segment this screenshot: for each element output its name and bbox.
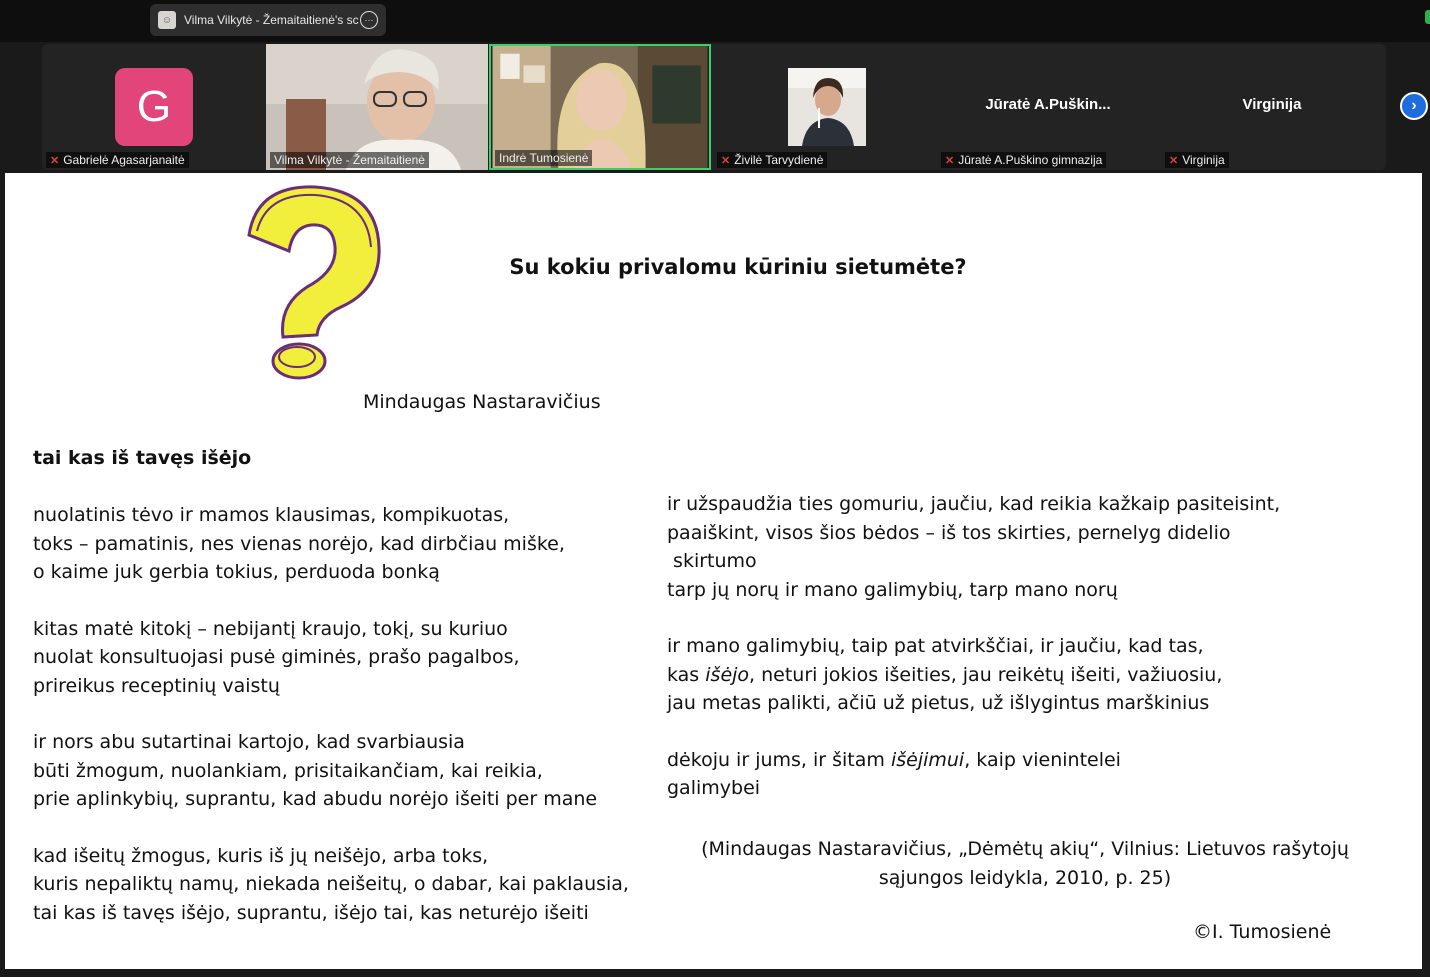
poem-line: kas išėjo, neturi jokios išeities, jau r… xyxy=(667,661,1317,690)
status-indicator xyxy=(1425,10,1430,24)
shared-slide: Su kokiu privalomu kūriniu sietumėte? Mi… xyxy=(5,173,1422,969)
chevron-right-icon: › xyxy=(1411,97,1417,114)
participant-display-name: Jūratė A.Puškin... xyxy=(985,96,1111,113)
copyright-notice: ©I. Tumosienė xyxy=(1193,921,1332,943)
poem-line: dėkoju ir jums, ir šitam išėjimui, kaip … xyxy=(667,746,1317,775)
poem-line: prie aplinkybių, suprantu, kad abudu nor… xyxy=(33,788,598,810)
poem-title: tai kas iš tavęs išėjo xyxy=(33,447,252,469)
poem-right-column: ir užspaudžia ties gomuriu, jaučiu, kad … xyxy=(667,490,1317,831)
next-page-button[interactable]: › xyxy=(1400,92,1428,120)
participant-strip: G ✕ Gabrielė Agasarjanaitė Vilma Vilkytė … xyxy=(42,44,1386,170)
poem-line: ir užspaudžia ties gomuriu, jaučiu, kad … xyxy=(667,493,1281,515)
participant-tile-active-speaker[interactable]: Indrė Tumosienė xyxy=(489,44,711,170)
avatar: G xyxy=(115,68,193,146)
poem-line: prireikus receptinių vaistų xyxy=(33,674,280,697)
presenter-avatar-icon: ☺ xyxy=(158,11,176,29)
screen-share-label: Vilma Vilkytė - Žemaitaitienė's sc xyxy=(184,13,359,27)
participant-video xyxy=(788,68,866,146)
poem-line: tarp jų norų ir mano galimybių, tarp man… xyxy=(667,578,1118,601)
more-options-icon[interactable]: ··· xyxy=(360,11,378,29)
question-mark-icon xyxy=(247,185,381,380)
poem-line: kitas matė kitokį – nebijantį kraujo, to… xyxy=(33,617,508,640)
participant-tile[interactable]: ✕ Živilė Tarvydienė xyxy=(713,44,935,170)
slide-title: Su kokiu privalomu kūriniu sietumėte? xyxy=(509,255,967,279)
poem-line: o kaime juk gerbia tokius, perduoda bonk… xyxy=(33,561,440,583)
participant-name-text: Jūratė A.Puškino gimnazija xyxy=(958,153,1103,167)
participant-name: Indrė Tumosienė xyxy=(495,150,593,166)
poem-line: skirtumo xyxy=(667,550,757,572)
stanza: nuolatinis tėvo ir mamos klausimas, komp… xyxy=(33,501,653,587)
participant-name-text: Živilė Tarvydienė xyxy=(734,153,824,167)
poem-line: paaiškint, visos šios bėdos – iš tos ski… xyxy=(667,521,1231,544)
stanza: ir nors abu sutartinai kartojo, kad svar… xyxy=(33,728,653,814)
participant-name: ✕ Virginija xyxy=(1165,152,1229,168)
screen-share-indicator[interactable]: ☺ Vilma Vilkytė - Žemaitaitienė's sc ··· xyxy=(150,4,386,36)
mic-muted-icon: ✕ xyxy=(945,155,955,167)
poem-left-column: nuolatinis tėvo ir mamos klausimas, komp… xyxy=(33,501,653,955)
stanza: ir mano galimybių, taip pat atvirkščiai,… xyxy=(667,632,1317,718)
top-bar: ☺ Vilma Vilkytė - Žemaitaitienė's sc ··· xyxy=(0,0,1430,42)
citation: (Mindaugas Nastaravičius, „Dėmėtų akių“,… xyxy=(685,835,1365,893)
participant-tile[interactable]: Virginija ✕ Virginija xyxy=(1161,44,1383,170)
poem-text: , neturi jokios išeities, jau reikėtų iš… xyxy=(749,663,1223,686)
stanza: ir užspaudžia ties gomuriu, jaučiu, kad … xyxy=(667,490,1317,604)
poem-line: galimybei xyxy=(667,777,761,799)
participant-name-text: Gabrielė Agasarjanaitė xyxy=(63,153,185,167)
mic-muted-icon: ✕ xyxy=(50,155,60,167)
stanza: dėkoju ir jums, ir šitam išėjimui, kaip … xyxy=(667,746,1317,803)
participant-tile[interactable]: Vilma Vilkytė - Žemaitaitienė xyxy=(266,44,488,170)
poem-text: dėkoju ir jums, ir šitam xyxy=(667,748,891,771)
author-name: Mindaugas Nastaravičius xyxy=(363,391,601,413)
poem-line: nuolatinis tėvo ir mamos klausimas, komp… xyxy=(33,504,510,526)
mic-muted-icon: ✕ xyxy=(1169,155,1179,167)
poem-line: kuris nepaliktų namų, niekada neišeitų, … xyxy=(33,873,629,895)
poem-line: toks – pamatinis, nes vienas norėjo, kad… xyxy=(33,532,565,555)
participant-name: ✕ Gabrielė Agasarjanaitė xyxy=(46,152,189,168)
participant-name-text: Virginija xyxy=(1182,153,1225,167)
citation-line: (Mindaugas Nastaravičius, „Dėmėtų akių“,… xyxy=(701,838,1349,860)
poem-line: būti žmogum, nuolankiam, prisitaikančiam… xyxy=(33,759,543,782)
poem-italic-word: išėjo xyxy=(705,663,750,686)
participant-name: Vilma Vilkytė - Žemaitaitienė xyxy=(270,152,429,168)
stanza: kad išeitų žmogus, kuris iš jų neišėjo, … xyxy=(33,842,653,928)
stanza: kitas matė kitokį – nebijantį kraujo, to… xyxy=(33,615,653,701)
participant-name: ✕ Jūratė A.Puškino gimnazija xyxy=(941,152,1107,168)
mic-muted-icon: ✕ xyxy=(721,155,731,167)
poem-line: nuolat konsultuojasi pusė giminės, prašo… xyxy=(33,646,520,668)
poem-text: , kaip vienintelei xyxy=(964,748,1121,771)
poem-line: ir nors abu sutartinai kartojo, kad svar… xyxy=(33,731,465,753)
poem-line: ir mano galimybių, taip pat atvirkščiai,… xyxy=(667,635,1204,657)
poem-line: kad išeitų žmogus, kuris iš jų neišėjo, … xyxy=(33,844,489,867)
participant-tile[interactable]: G ✕ Gabrielė Agasarjanaitė xyxy=(42,44,264,170)
participant-tile[interactable]: Jūratė A.Puškin... ✕ Jūratė A.Puškino gim… xyxy=(937,44,1159,170)
poem-text: kas xyxy=(667,663,706,686)
citation-line: sąjungos leidykla, 2010, p. 25) xyxy=(878,867,1172,889)
poem-line: tai kas iš tavęs išėjo, suprantu, išėjo … xyxy=(33,901,589,924)
poem-italic-word: išėjimui xyxy=(890,748,965,771)
participant-name: ✕ Živilė Tarvydienė xyxy=(717,152,828,168)
poem-line: jau metas palikti, ačiū už pietus, už iš… xyxy=(667,692,1210,714)
participant-display-name: Virginija xyxy=(1242,96,1302,113)
